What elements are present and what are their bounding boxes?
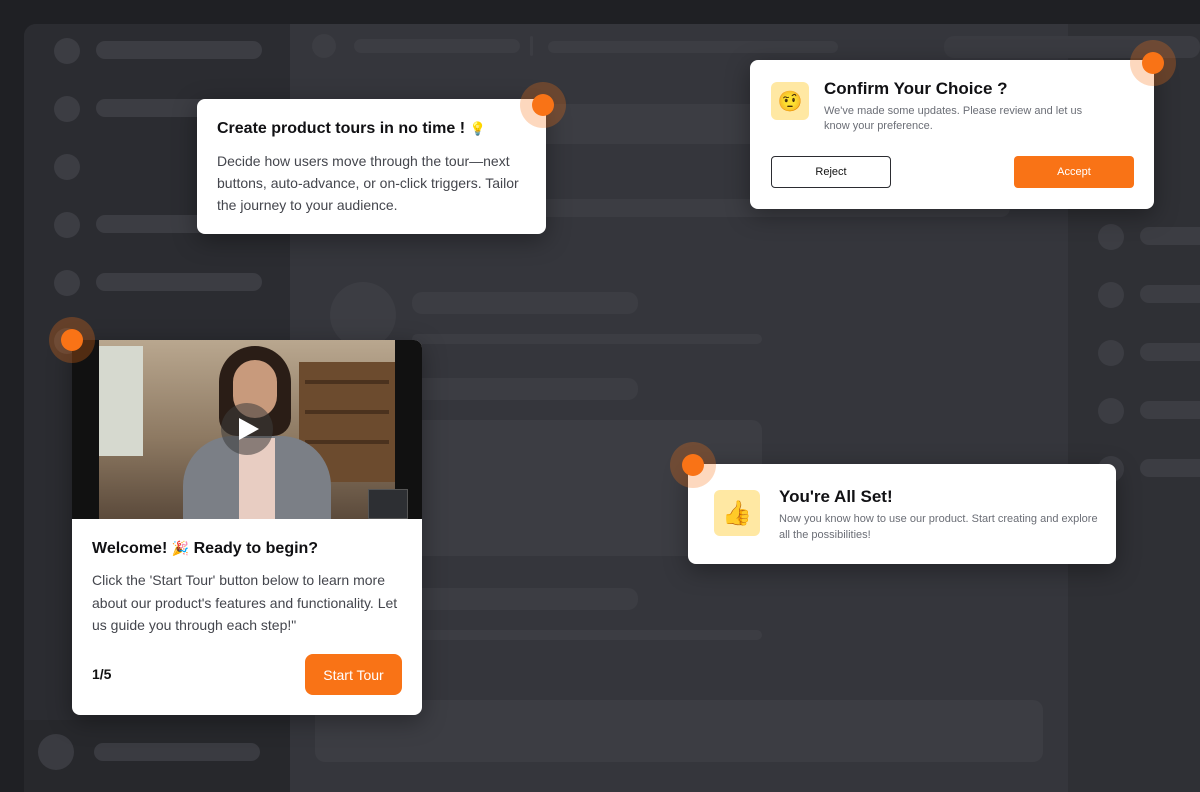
content-line <box>412 334 762 344</box>
header-icon[interactable] <box>312 34 336 58</box>
sidebar-item[interactable] <box>96 41 262 59</box>
confirm-body: We've made some updates. Please review a… <box>824 105 1083 132</box>
header-breadcrumb <box>354 39 520 53</box>
sidebar-icon <box>54 212 80 238</box>
tooltip-title: Create product tours in no time ! 💡 <box>217 120 486 138</box>
accept-button[interactable]: Accept <box>1014 156 1134 188</box>
sidebar-icon <box>54 38 80 64</box>
tooltip-body: Decide how users move through the tour—n… <box>217 153 519 213</box>
panel-icon <box>1098 282 1124 308</box>
panel-icon <box>1098 398 1124 424</box>
start-tour-button[interactable]: Start Tour <box>305 654 402 695</box>
content-input-area[interactable] <box>315 700 1043 762</box>
welcome-tour-card: Welcome! 🎉 Ready to begin? Click the 'St… <box>72 340 422 715</box>
panel-item[interactable] <box>1140 227 1200 245</box>
completion-tooltip: 👍 You're All Set! Now you know how to us… <box>688 464 1116 564</box>
thumbs-up-icon: 👍 <box>714 490 760 536</box>
sidebar-icon <box>54 96 80 122</box>
panel-item[interactable] <box>1140 401 1200 419</box>
lightbulb-icon: 💡 <box>469 121 486 136</box>
confirm-modal: 🤨 Confirm Your Choice ? We've made some … <box>750 60 1154 209</box>
hotspot-beacon[interactable] <box>670 442 716 488</box>
tooltip-product-tours: Create product tours in no time ! 💡 Deci… <box>197 99 546 234</box>
user-name-placeholder <box>94 743 260 761</box>
header-title <box>548 41 838 53</box>
video-player[interactable] <box>72 340 422 519</box>
completion-body: Now you know how to use our product. Sta… <box>779 513 1098 541</box>
sidebar-item[interactable] <box>96 273 262 291</box>
panel-icon <box>1098 224 1124 250</box>
welcome-title-end: Ready to begin? <box>193 540 319 557</box>
content-line <box>412 378 638 400</box>
welcome-title: Welcome! 🎉 Ready to begin? <box>92 540 318 558</box>
play-icon[interactable] <box>221 403 273 455</box>
confirm-title: Confirm Your Choice ? <box>824 79 1008 98</box>
sidebar-footer <box>24 720 290 792</box>
content-avatar <box>330 282 396 348</box>
completion-title: You're All Set! <box>779 487 893 506</box>
welcome-title-start: Welcome! <box>92 540 168 557</box>
header-divider <box>530 36 533 56</box>
panel-item[interactable] <box>1140 285 1200 303</box>
content-line <box>412 292 638 314</box>
hotspot-beacon[interactable] <box>49 317 95 363</box>
tooltip-title-text: Create product tours in no time ! <box>217 120 466 137</box>
hotspot-beacon[interactable] <box>1130 40 1176 86</box>
panel-item[interactable] <box>1140 459 1200 477</box>
hotspot-beacon[interactable] <box>520 82 566 128</box>
picture-in-picture-thumbnail <box>368 489 408 519</box>
panel-item[interactable] <box>1140 343 1200 361</box>
raised-eyebrow-icon: 🤨 <box>771 82 809 120</box>
content-line <box>412 630 762 640</box>
welcome-body: Click the 'Start Tour' button below to l… <box>92 572 398 633</box>
sidebar-icon <box>54 154 80 180</box>
content-line <box>412 588 638 610</box>
step-counter: 1/5 <box>92 666 112 682</box>
reject-button[interactable]: Reject <box>771 156 891 188</box>
panel-icon <box>1098 340 1124 366</box>
party-popper-icon: 🎉 <box>171 540 190 556</box>
avatar[interactable] <box>38 734 74 770</box>
sidebar-icon <box>54 270 80 296</box>
